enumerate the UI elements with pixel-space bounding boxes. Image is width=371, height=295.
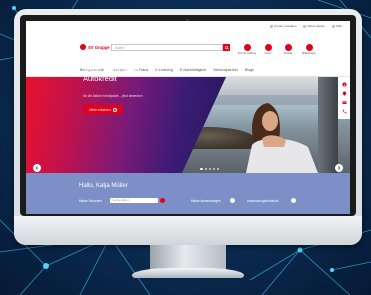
carousel-dot[interactable] xyxy=(213,168,215,170)
hero-cta-label: Mehr erfahren xyxy=(89,107,111,112)
search-button[interactable] xyxy=(223,44,230,51)
favorites-label: Meine Favoriten xyxy=(79,199,102,203)
arrow-right-icon[interactable] xyxy=(230,198,235,203)
favorites-search-input[interactable]: Suche starten xyxy=(110,198,158,203)
utility-links: Kunde verwalten Meine Seiten Hilfe xyxy=(270,24,342,28)
hero-carousel xyxy=(26,77,350,173)
quick-action-messages[interactable]: Mitteilungen xyxy=(299,44,319,55)
monitor-chin xyxy=(14,216,362,245)
brand-logo[interactable]: SV Gruppe xyxy=(80,44,110,50)
monitor-stand-base xyxy=(132,268,244,278)
carousel-indicators xyxy=(200,168,219,170)
nav-item[interactable]: E-Nachhaltigkeit xyxy=(180,68,206,72)
quick-action-benefits[interactable]: Vorteile xyxy=(278,44,298,55)
carousel-prev-button[interactable] xyxy=(33,164,41,172)
arrow-right-icon[interactable] xyxy=(291,198,296,203)
star-icon xyxy=(284,44,292,51)
mail-icon[interactable] xyxy=(341,100,347,105)
carousel-dot[interactable] xyxy=(205,168,207,170)
quick-action-login[interactable]: Ihre Anmeldung xyxy=(237,44,257,55)
nav-item[interactable]: Verbundpartner xyxy=(213,68,238,72)
carousel-dot[interactable] xyxy=(217,168,219,170)
chevron-right-icon xyxy=(338,166,341,170)
side-toolbar xyxy=(338,77,350,119)
location-icon[interactable] xyxy=(342,91,347,96)
hero-photo-woman xyxy=(246,103,318,173)
hero-title: Neue Kampagne Autokredit xyxy=(83,65,139,83)
hero-subtitle: für die Aktion Kreditpaket – jetzt bewer… xyxy=(83,94,143,98)
hero-photo-van-pillar xyxy=(318,77,338,173)
user-icon xyxy=(243,44,251,51)
browser-screen: Kunde verwalten Meine Seiten Hilfe SV Gr… xyxy=(26,21,350,214)
carousel-dot[interactable] xyxy=(209,168,211,170)
account-icon xyxy=(264,44,272,51)
greeting-title: Hallo, Katja Müller xyxy=(79,183,128,189)
utility-link[interactable]: Meine Seiten xyxy=(303,24,325,28)
site-header: Kunde verwalten Meine Seiten Hilfe SV Gr… xyxy=(26,21,350,63)
favorites-go-button[interactable] xyxy=(160,198,165,203)
info-icon[interactable] xyxy=(342,82,347,87)
hero-title-line2: Autokredit xyxy=(83,73,117,83)
bell-icon xyxy=(305,44,313,51)
quick-action-account[interactable]: Konto xyxy=(258,44,278,55)
brand-name: SV Gruppe xyxy=(88,44,110,50)
chevron-left-icon xyxy=(35,166,38,170)
applications-link[interactable]: Meine Anwendungen xyxy=(191,199,221,203)
carousel-next-button[interactable] xyxy=(335,164,343,172)
search-icon xyxy=(224,45,229,50)
nav-item[interactable]: E-Learning xyxy=(155,68,173,72)
utility-link[interactable]: Kunde verwalten xyxy=(270,24,296,28)
phone-icon[interactable] xyxy=(342,109,347,114)
greeting-bar: Hallo, Katja Müller Meine Favoriten Such… xyxy=(26,173,350,214)
arrow-right-icon xyxy=(112,107,117,112)
utility-link[interactable]: Hilfe xyxy=(331,24,342,28)
application-overview-link[interactable]: Anwendungsübersicht xyxy=(247,199,278,203)
search-input[interactable]: Suche xyxy=(111,44,223,51)
sparkasse-logo-icon xyxy=(80,44,86,50)
hero-cta-button[interactable]: Mehr erfahren xyxy=(83,105,123,114)
nav-item[interactable]: Blogs xyxy=(245,68,254,72)
carousel-dot[interactable] xyxy=(200,168,203,170)
